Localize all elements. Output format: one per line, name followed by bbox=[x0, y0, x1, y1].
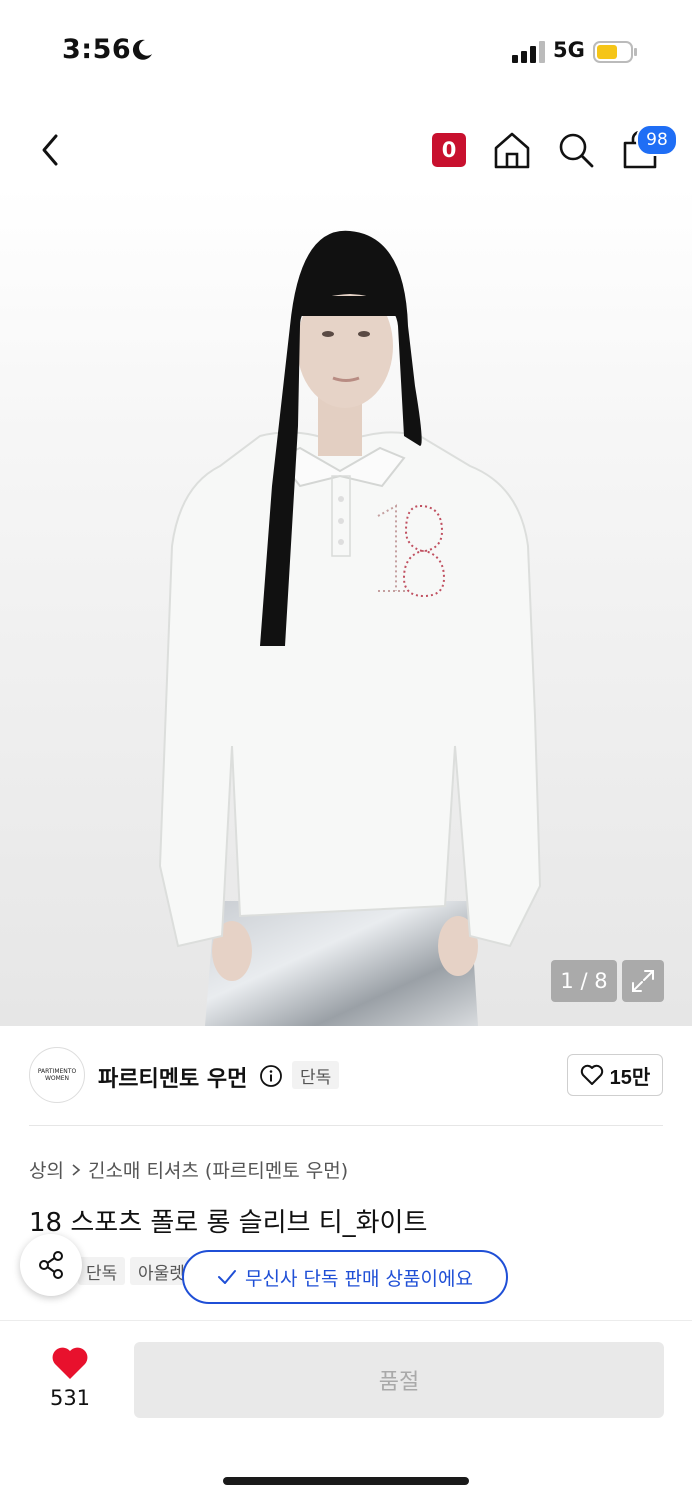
status-time: 3:56 bbox=[62, 34, 132, 65]
divider bbox=[29, 1125, 663, 1126]
exclusive-toast: 무신사 단독 판매 상품이에요 bbox=[182, 1250, 508, 1304]
toast-message: 무신사 단독 판매 상품이에요 bbox=[245, 1267, 473, 1290]
brand-logo-text-2: WOMEN bbox=[44, 1075, 70, 1082]
home-button[interactable] bbox=[493, 130, 531, 170]
share-icon bbox=[39, 1251, 63, 1279]
brand-like-count: 15만 bbox=[609, 1066, 651, 1089]
model-photo bbox=[158, 230, 542, 1026]
breadcrumb: 상의 긴소매 티셔츠 (파르티멘토 우먼) bbox=[29, 1156, 348, 1183]
tag-exclusive: 단독 bbox=[78, 1257, 126, 1285]
signal-icon bbox=[512, 41, 545, 63]
heart-outline-icon bbox=[580, 1064, 603, 1085]
image-counter: 1 / 8 bbox=[551, 960, 617, 1002]
sold-out-button[interactable]: 품절 bbox=[134, 1342, 664, 1418]
expand-image-button[interactable] bbox=[622, 960, 664, 1002]
product-image[interactable] bbox=[0, 186, 692, 1026]
back-button[interactable] bbox=[34, 130, 68, 170]
brand-name[interactable]: 파르티멘토 우먼 bbox=[98, 1061, 247, 1093]
heart-filled-icon[interactable] bbox=[50, 1345, 90, 1381]
tag-outlet: 아울렛 bbox=[130, 1257, 190, 1285]
breadcrumb-item-category[interactable]: 상의 bbox=[29, 1156, 64, 1183]
brand-logo[interactable]: PARTIMENTO WOMEN bbox=[29, 1047, 85, 1103]
home-icon bbox=[494, 132, 530, 169]
exclusive-badge: 단독 bbox=[292, 1061, 340, 1089]
brand-logo-text-1: PARTIMENTO bbox=[37, 1068, 77, 1075]
breadcrumb-item-subcategory[interactable]: 긴소매 티셔츠 (파르티멘토 우먼) bbox=[88, 1156, 348, 1183]
expand-icon bbox=[632, 970, 654, 992]
search-button[interactable] bbox=[557, 130, 595, 170]
chevron-left-icon bbox=[42, 134, 58, 166]
brand-like-button[interactable]: 15만 bbox=[567, 1054, 663, 1096]
product-like-count: 531 bbox=[49, 1386, 91, 1410]
moon-icon bbox=[132, 39, 152, 60]
search-icon bbox=[559, 133, 594, 168]
chevron-right-icon bbox=[72, 1163, 81, 1176]
check-icon bbox=[218, 1270, 237, 1284]
cart-count-badge: 98 bbox=[636, 124, 678, 156]
battery-icon bbox=[593, 41, 637, 63]
share-button[interactable] bbox=[20, 1234, 82, 1296]
network-label: 5G bbox=[553, 38, 585, 62]
info-icon[interactable] bbox=[259, 1064, 283, 1088]
product-title: 18 스포츠 폴로 롱 슬리브 티_화이트 bbox=[29, 1208, 428, 1238]
points-badge[interactable]: 0 bbox=[432, 133, 466, 167]
home-indicator bbox=[223, 1477, 469, 1485]
